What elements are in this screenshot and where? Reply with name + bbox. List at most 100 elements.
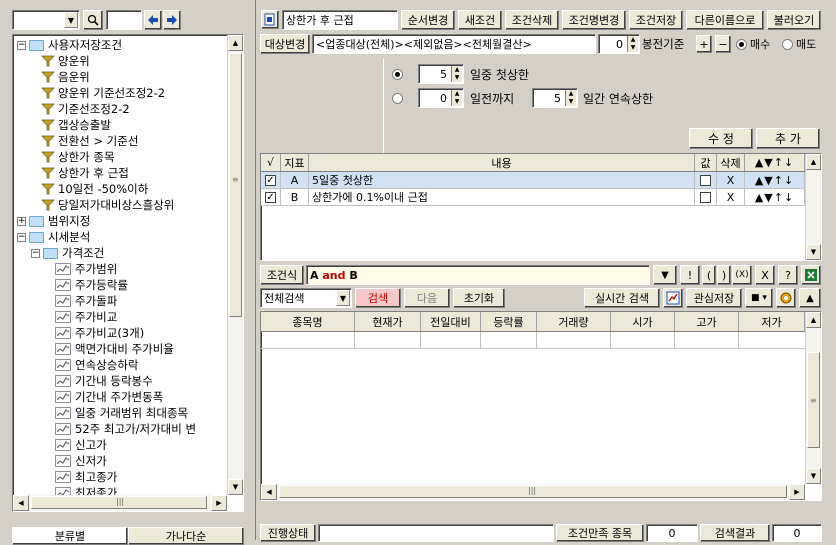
next-button[interactable]	[163, 10, 181, 30]
tree-item[interactable]: 10일전 -50%이하	[17, 181, 148, 197]
row-value-checkbox[interactable]	[700, 174, 711, 186]
tab-alphabetical[interactable]: 가나다순	[128, 527, 244, 545]
collapse-button[interactable]: ▲	[799, 288, 821, 308]
help-button[interactable]: ?	[778, 265, 798, 285]
scroll-thumb[interactable]	[229, 53, 242, 317]
option2-value2-stepper[interactable]: 5 ▲ ▼	[532, 88, 578, 108]
search-button[interactable]	[83, 10, 103, 30]
new-condition-button[interactable]: 새조건	[458, 10, 502, 30]
tree-item[interactable]: 주가등락률	[17, 277, 128, 293]
stop-button[interactable]: ■ ▾	[745, 288, 773, 308]
collapse-icon[interactable]: −	[17, 40, 26, 50]
close-paren-button[interactable]: )	[717, 265, 731, 285]
tree-item[interactable]: 기준선조정2-2	[17, 101, 130, 117]
tree-item[interactable]: 양운위 기준선조정2-2	[17, 85, 165, 101]
result-table-scrollbar[interactable]: ▲ ≡ ▼	[805, 312, 821, 484]
scroll-down-icon[interactable]: ▼	[806, 468, 821, 484]
tree-item[interactable]: − 시세분석	[17, 229, 90, 245]
scroll-down-icon[interactable]: ▼	[806, 244, 821, 260]
panel-splitter[interactable]	[252, 0, 256, 540]
tree-item[interactable]: 양운위	[17, 53, 90, 69]
scroll-right-icon[interactable]: ▶	[789, 484, 805, 500]
interest-icon-button[interactable]	[663, 288, 683, 308]
tab-category[interactable]: 분류별	[12, 527, 128, 545]
tree-item[interactable]: + 범위지정	[17, 213, 90, 229]
option2-value1-stepper[interactable]: 0 ▲ ▼	[418, 88, 464, 108]
search-run-button[interactable]: 검색	[355, 288, 401, 308]
radio-sell[interactable]: 매도	[782, 34, 816, 54]
tree-item[interactable]: 주가비교(3개)	[17, 325, 144, 341]
formula-dropdown-button[interactable]: ▼	[653, 265, 677, 285]
delete-condition-button[interactable]: 조건삭제	[505, 10, 559, 30]
settings-button[interactable]	[776, 288, 796, 308]
tree-item[interactable]: 52주 최고가/저가대비 변	[17, 421, 196, 437]
option1-radio-wrap[interactable]	[392, 64, 403, 84]
tree-item[interactable]: 상한가 후 근접	[17, 165, 129, 181]
scroll-left-icon[interactable]: ◀	[13, 495, 29, 511]
next-result-button[interactable]: 다음	[404, 288, 450, 308]
reorder-button[interactable]: 순서변경	[401, 10, 455, 30]
tree-item[interactable]: 주가돌파	[17, 293, 117, 309]
condition-icon-button[interactable]	[261, 10, 279, 29]
hscroll-thumb[interactable]: |||	[31, 496, 207, 509]
tree-item[interactable]: 액면가대비 주가비율	[17, 341, 174, 357]
realtime-search-button[interactable]: 실시간 검색	[584, 288, 660, 308]
condition-row[interactable]: ✓ A 5일중 첫상한 X ▲▼↑↓	[261, 172, 805, 189]
radio-buy[interactable]: 매수	[736, 34, 770, 54]
row-value-checkbox[interactable]	[700, 191, 711, 203]
chevron-down-icon[interactable]: ▼	[336, 290, 350, 306]
tree-item[interactable]: 신저가	[17, 453, 107, 469]
tree-horizontal-scrollbar[interactable]: ◀ ||| ▶	[13, 495, 227, 511]
condition-table-scrollbar[interactable]: ▲ ▼	[805, 154, 821, 260]
tree-item[interactable]: 일중 거래범위 최대종목	[17, 405, 188, 421]
open-paren-button[interactable]: (	[702, 265, 716, 285]
rename-condition-button[interactable]: 조건명변경	[562, 10, 626, 30]
tree-item[interactable]: 당일저가대비상스흘상위	[17, 197, 174, 213]
save-interest-button[interactable]: 관심저장	[686, 288, 742, 308]
scroll-up-icon[interactable]: ▲	[228, 35, 243, 51]
result-horizontal-scrollbar[interactable]: ◀ ||| ▶	[261, 484, 805, 500]
tree-item[interactable]: 상한가 종목	[17, 149, 115, 165]
reset-button[interactable]: 초기화	[453, 288, 505, 308]
target-change-button[interactable]: 대상변경	[260, 34, 310, 54]
row-move-buttons[interactable]: ▲▼↑↓	[745, 172, 805, 189]
tree-item[interactable]: 주가비교	[17, 309, 117, 325]
radio-sell-circle[interactable]	[782, 38, 793, 50]
stepper-arrows-icon[interactable]: ▲ ▼	[565, 90, 576, 106]
plus-button[interactable]: +	[696, 35, 712, 53]
stepper-arrows-icon[interactable]: ▲ ▼	[451, 90, 462, 106]
condition-tree[interactable]: − 사용자저장조건 양운위 음운위 양운위 기준선조정2-2 기준선조정2-2 갭상승출발 전…	[12, 34, 244, 512]
row-checkbox[interactable]: ✓	[265, 191, 276, 203]
scroll-left-icon[interactable]: ◀	[261, 484, 277, 500]
tree-vertical-scrollbar[interactable]: ▲ ≡ ▼	[227, 35, 243, 495]
tree-item[interactable]: 기간내 등락봉수	[17, 373, 153, 389]
not-button[interactable]: !	[680, 265, 700, 285]
condition-row[interactable]: ✓ B 상한가에 0.1%이내 근접 X ▲▼↑↓	[261, 189, 805, 206]
modify-button[interactable]: 수 정	[689, 128, 753, 149]
tree-item[interactable]: 기간내 주가변동폭	[17, 389, 163, 405]
tree-item[interactable]: 신고가	[17, 437, 107, 453]
scroll-right-icon[interactable]: ▶	[211, 495, 227, 511]
scroll-up-icon[interactable]: ▲	[806, 312, 821, 328]
result-table[interactable]: 종목명 현재가 전일대비 등락률 거래량 시가 고가 저가 ▲ ≡ ▼ ◀ ||…	[260, 311, 822, 501]
option1-radio[interactable]	[392, 68, 403, 80]
radio-buy-circle[interactable]	[736, 38, 747, 50]
row-move-buttons[interactable]: ▲▼↑↓	[745, 189, 805, 206]
chevron-down-icon[interactable]: ▼	[64, 12, 78, 28]
stepper-arrows-icon[interactable]: ▲ ▼	[627, 36, 638, 52]
tree-item[interactable]: − 가격조건	[17, 245, 104, 261]
condition-table[interactable]: √ 지표 내용 값 삭제 ▲▼↑↓ ✓ A 5일중 첫상한 X ▲▼↑↓ ✓ B 상한가에 0…	[260, 153, 822, 261]
tree-item[interactable]: 최고종가	[17, 469, 117, 485]
row-delete-button[interactable]: X	[717, 172, 745, 189]
tree-item[interactable]: 주가범위	[17, 261, 117, 277]
search-input[interactable]	[106, 10, 142, 30]
target-field[interactable]: <업종대상(전체)><제외없음><전체월결산>	[312, 34, 596, 54]
expand-icon[interactable]: +	[17, 216, 26, 226]
tree-item[interactable]: 전환선 > 기준선	[17, 133, 138, 149]
excel-button[interactable]	[801, 265, 821, 285]
search-scope-combo[interactable]: 전체검색 ▼	[260, 288, 352, 308]
option2-radio-wrap[interactable]	[392, 88, 403, 108]
clear-formula-button[interactable]: X	[755, 265, 775, 285]
stepper-arrows-icon[interactable]: ▲ ▼	[451, 66, 462, 82]
scroll-up-icon[interactable]: ▲	[806, 154, 821, 170]
